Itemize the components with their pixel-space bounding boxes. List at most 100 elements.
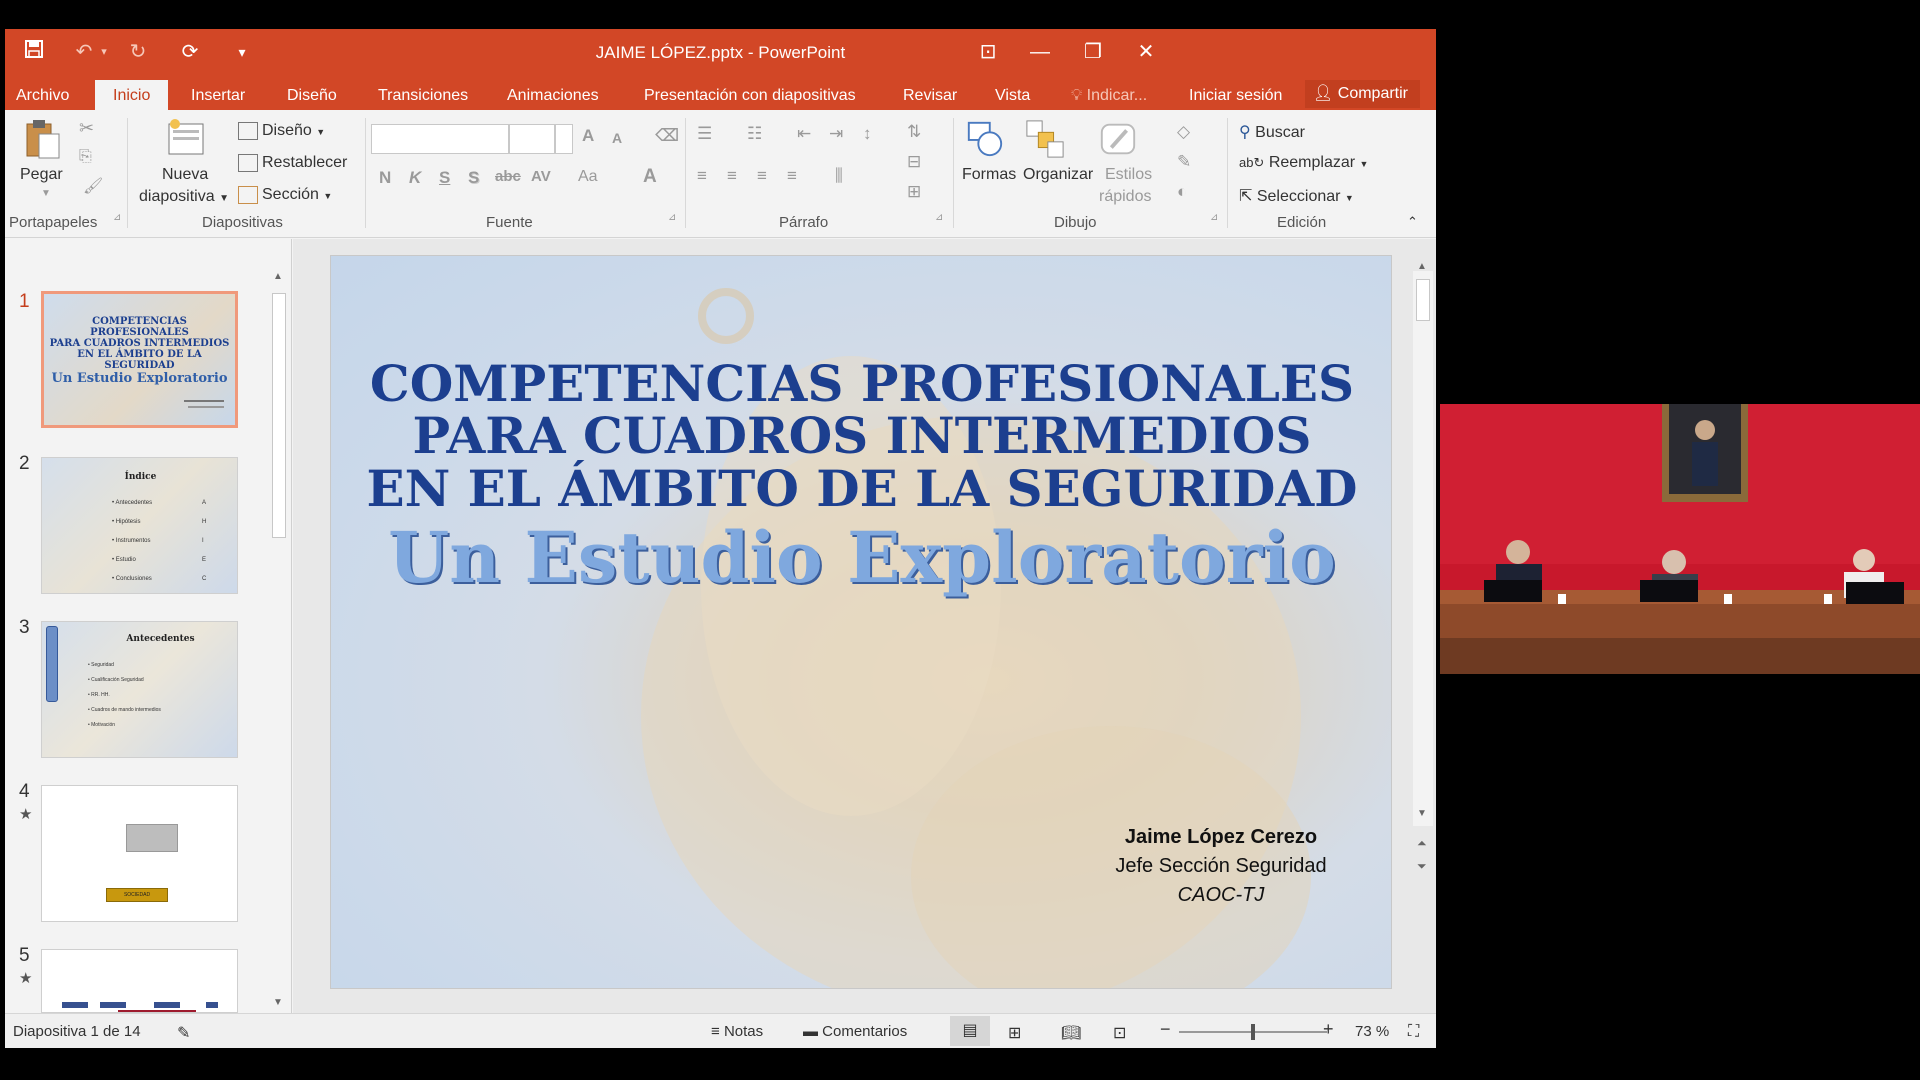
scroll-down-icon[interactable]: ▼ bbox=[273, 997, 283, 1008]
font-color-button[interactable]: A bbox=[643, 166, 657, 188]
fuente-launcher-icon[interactable]: ⊿ bbox=[668, 212, 676, 223]
quick-styles-label-line1[interactable]: Estilos bbox=[1105, 166, 1152, 184]
font-name-field[interactable] bbox=[371, 124, 511, 154]
tab-insertar[interactable]: Insertar bbox=[191, 76, 245, 110]
align-center-icon[interactable]: ≡ bbox=[727, 166, 737, 186]
arrange-button[interactable]: Organizar bbox=[1023, 166, 1093, 184]
slideshow-view-icon[interactable]: ⊡ bbox=[1113, 1023, 1126, 1043]
text-direction-icon[interactable]: ⇅ bbox=[907, 122, 921, 142]
ribbon-display-options-icon[interactable]: ⊡ bbox=[968, 37, 1008, 67]
tab-transiciones[interactable]: Transiciones bbox=[378, 76, 468, 110]
reset-button[interactable]: Restablecer bbox=[238, 154, 347, 172]
fit-to-window-icon[interactable]: ⛶ bbox=[1408, 1023, 1419, 1041]
cut-icon[interactable]: ✂ bbox=[79, 118, 94, 139]
slide-title-line-3[interactable]: EN EL ÁMBITO DE LA SEGURIDAD bbox=[331, 459, 1391, 518]
align-left-icon[interactable]: ≡ bbox=[697, 166, 707, 186]
grow-font-button[interactable]: A bbox=[582, 126, 594, 146]
scroll-down-icon[interactable]: ▼ bbox=[1417, 808, 1427, 819]
shape-fill-icon[interactable]: ◇ bbox=[1177, 122, 1190, 142]
slide-sorter-icon[interactable]: ⊞ bbox=[1008, 1023, 1021, 1043]
slide-scrollbar[interactable]: ▲ ▼ bbox=[1413, 261, 1433, 826]
zoom-slider-thumb[interactable] bbox=[1251, 1024, 1255, 1040]
shadow-button[interactable]: S bbox=[468, 168, 479, 188]
bold-button[interactable]: N bbox=[379, 168, 391, 188]
new-slide-label-line1[interactable]: Nueva bbox=[162, 166, 208, 184]
line-spacing-icon[interactable]: ↕ bbox=[863, 124, 872, 144]
start-presentation-icon[interactable]: ⟳ bbox=[175, 39, 205, 65]
slide-thumbnail-1[interactable]: COMPETENCIAS PROFESIONALES PARA CUADROS … bbox=[41, 291, 238, 428]
next-slide-icon[interactable]: ⏷ bbox=[1417, 859, 1427, 874]
arrange-icon[interactable] bbox=[1025, 118, 1065, 160]
slide-thumbnail-3[interactable]: Antecedentes • Seguridad • Cualificación… bbox=[41, 621, 238, 758]
paste-button[interactable]: Pegar bbox=[20, 166, 63, 184]
undo-dropdown-icon[interactable]: ▾ bbox=[97, 39, 111, 65]
tab-revisar[interactable]: Revisar bbox=[903, 76, 957, 110]
undo-icon[interactable]: ↶ bbox=[69, 39, 99, 65]
section-button[interactable]: Sección ▼ bbox=[238, 186, 332, 204]
minimize-button[interactable]: — bbox=[1020, 37, 1060, 67]
new-slide-button[interactable]: diapositiva ▼ bbox=[139, 188, 229, 206]
author-role[interactable]: Jefe Sección Seguridad bbox=[1091, 855, 1351, 878]
layout-button[interactable]: Diseño ▼ bbox=[238, 122, 325, 140]
portapapeles-launcher-icon[interactable]: ⊿ bbox=[113, 212, 121, 223]
thumbnail-scrollbar[interactable]: ▲ ▼ bbox=[269, 271, 289, 1013]
zoom-slider-track[interactable] bbox=[1179, 1024, 1327, 1040]
zoom-out-button[interactable]: − bbox=[1160, 1019, 1171, 1040]
comments-button[interactable]: ▬ Comentarios bbox=[803, 1023, 907, 1040]
slide-title-line-2[interactable]: PARA CUADROS INTERMEDIOS bbox=[331, 406, 1391, 465]
columns-icon[interactable]: ⫼ bbox=[835, 166, 843, 186]
font-size-field[interactable] bbox=[509, 124, 555, 154]
shapes-button[interactable]: Formas bbox=[962, 166, 1016, 184]
dibujo-launcher-icon[interactable]: ⊿ bbox=[1210, 212, 1218, 223]
shape-outline-icon[interactable]: ✎ bbox=[1177, 152, 1191, 172]
bullets-icon[interactable]: ☰ bbox=[697, 124, 712, 144]
sign-in-link[interactable]: Iniciar sesión bbox=[1189, 76, 1282, 110]
notes-button[interactable]: ≡ Notas bbox=[711, 1023, 763, 1040]
tell-me-search[interactable]: 💡︎ Indicar... bbox=[1071, 76, 1147, 110]
scrollbar-thumb[interactable] bbox=[272, 293, 286, 538]
save-icon[interactable] bbox=[19, 39, 49, 65]
quick-styles-label-line2[interactable]: rápidos bbox=[1099, 188, 1151, 206]
format-painter-icon[interactable]: 🖌︎ bbox=[83, 176, 103, 196]
justify-icon[interactable]: ≡ bbox=[787, 166, 797, 186]
decrease-indent-icon[interactable]: ⇤ bbox=[797, 124, 811, 144]
slide-title-line-1[interactable]: COMPETENCIAS PROFESIONALES bbox=[331, 354, 1391, 413]
numbering-icon[interactable]: ☷ bbox=[747, 124, 762, 144]
shapes-icon[interactable] bbox=[965, 118, 1005, 160]
slide-thumbnail-4[interactable]: SOCIEDAD bbox=[41, 785, 238, 922]
tab-presentacion[interactable]: Presentación con diapositivas bbox=[644, 76, 856, 110]
align-text-icon[interactable]: ⊟ bbox=[907, 152, 921, 172]
paste-icon[interactable] bbox=[23, 118, 63, 160]
find-button[interactable]: ⚲ Buscar bbox=[1239, 122, 1305, 142]
underline-button[interactable]: S bbox=[439, 168, 450, 188]
italic-button[interactable]: K bbox=[409, 168, 421, 188]
collapse-ribbon-icon[interactable]: ⌃ bbox=[1407, 214, 1418, 230]
current-slide[interactable]: COMPETENCIAS PROFESIONALES PARA CUADROS … bbox=[330, 255, 1392, 989]
close-button[interactable]: ✕ bbox=[1126, 37, 1166, 67]
spellcheck-icon[interactable]: ✎ bbox=[177, 1023, 190, 1043]
customize-toolbar-icon[interactable]: ▾ bbox=[227, 39, 257, 65]
change-case-button[interactable]: Aa bbox=[578, 168, 598, 186]
normal-view-icon[interactable]: ▤ bbox=[950, 1016, 990, 1046]
scrollbar-thumb[interactable] bbox=[1416, 279, 1430, 321]
font-size-dropdown-icon[interactable] bbox=[555, 124, 573, 154]
smartart-icon[interactable]: ⊞ bbox=[907, 182, 921, 202]
strikethrough-button[interactable]: abc bbox=[495, 168, 521, 185]
new-slide-icon[interactable] bbox=[167, 118, 207, 160]
share-button[interactable]: 👤︎ Compartir bbox=[1305, 80, 1420, 108]
author-organization[interactable]: CAOC-TJ bbox=[1091, 884, 1351, 907]
scroll-up-icon[interactable]: ▲ bbox=[1417, 261, 1427, 272]
zoom-level[interactable]: 73 % bbox=[1355, 1023, 1389, 1040]
tab-vista[interactable]: Vista bbox=[995, 76, 1030, 110]
copy-icon[interactable]: ⎘ bbox=[79, 148, 92, 166]
replace-button[interactable]: ab↻ Reemplazar ▼ bbox=[1239, 154, 1368, 172]
select-button[interactable]: ⇱ Seleccionar ▼ bbox=[1239, 186, 1354, 206]
restore-button[interactable]: ❐ bbox=[1073, 37, 1113, 67]
reading-view-icon[interactable]: 📖︎ bbox=[1061, 1023, 1081, 1043]
parrafo-launcher-icon[interactable]: ⊿ bbox=[935, 212, 943, 223]
scroll-up-icon[interactable]: ▲ bbox=[273, 271, 283, 282]
zoom-in-button[interactable]: + bbox=[1323, 1019, 1334, 1040]
tab-animaciones[interactable]: Animaciones bbox=[507, 76, 599, 110]
slide-thumbnail-5[interactable] bbox=[41, 949, 238, 1013]
author-name[interactable]: Jaime López Cerezo bbox=[1091, 826, 1351, 849]
